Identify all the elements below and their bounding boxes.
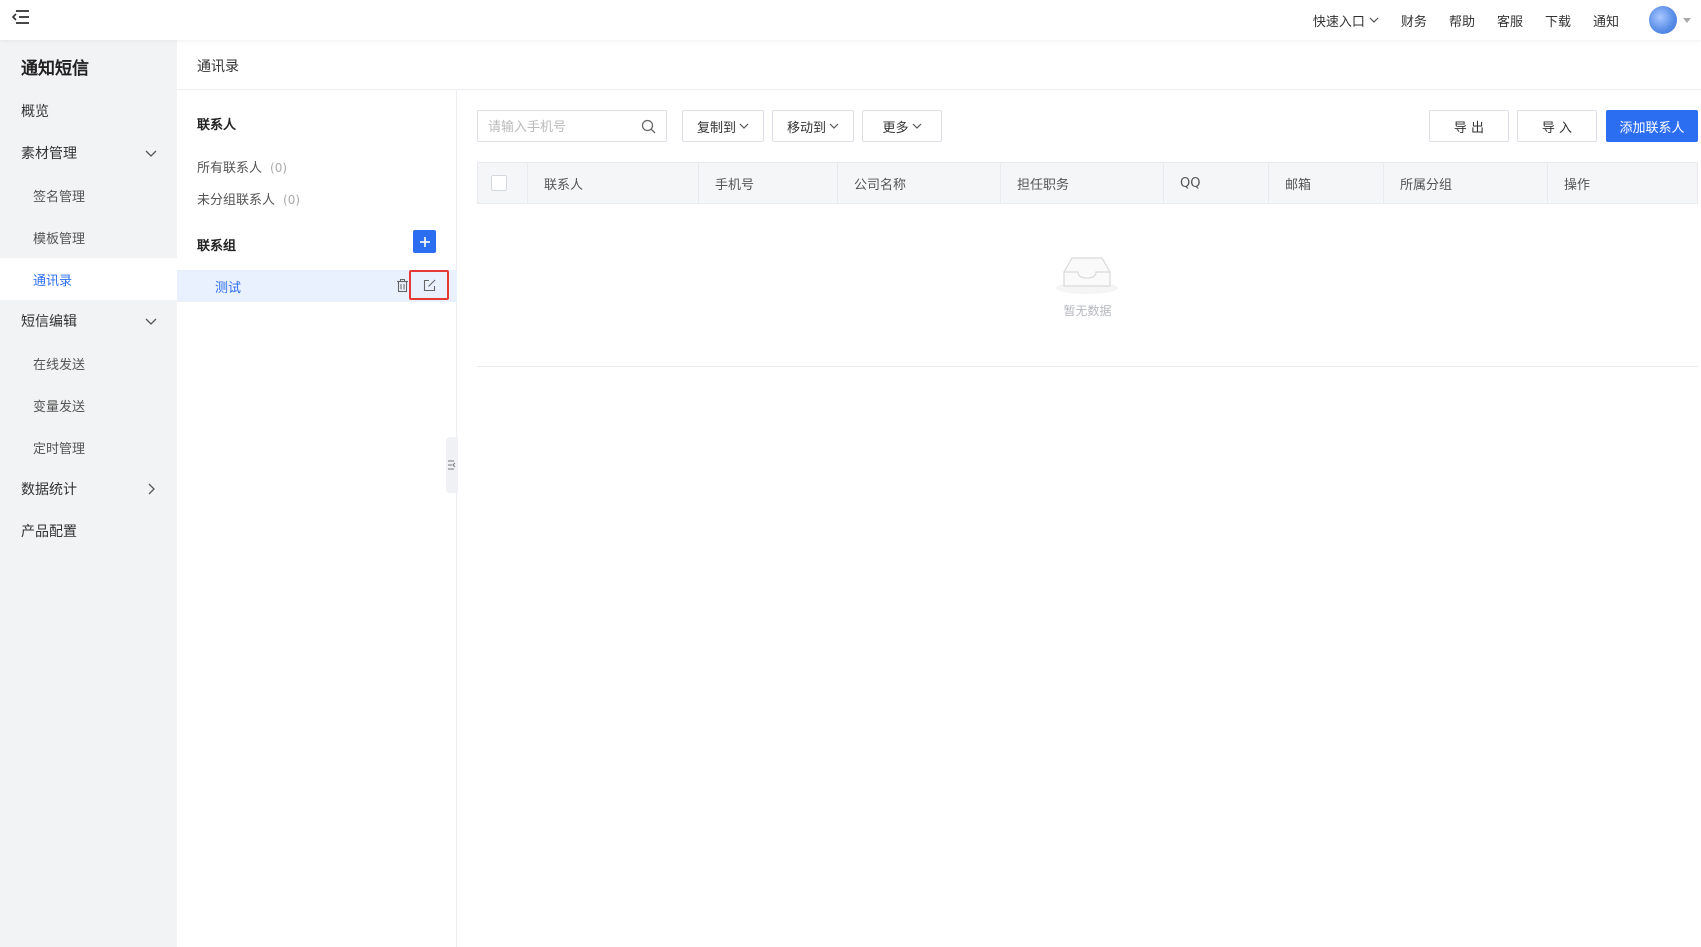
nav-notify[interactable]: 通知 — [1593, 11, 1619, 30]
quick-entry-label: 快速入口 — [1312, 14, 1365, 30]
move-to-label: 移动到 — [786, 120, 826, 136]
sidebar-item-template[interactable]: 模板管理 — [0, 216, 177, 258]
sidebar-item-variable-send[interactable]: 变量发送 — [0, 384, 177, 426]
sidebar-item-label: 变量发送 — [33, 399, 86, 415]
sidebar-item-online-send[interactable]: 在线发送 — [0, 342, 177, 384]
chevron-right-icon — [148, 483, 155, 495]
top-nav: 快速入口 财务 帮助 客服 下载 通知 — [1313, 0, 1701, 40]
ungrouped-contacts-count: (0) — [283, 193, 301, 207]
plus-icon — [419, 236, 430, 247]
export-button[interactable]: 导 出 — [1429, 110, 1509, 142]
empty-text: 暂无数据 — [1063, 304, 1112, 318]
nav-service[interactable]: 客服 — [1497, 11, 1523, 30]
contacts-panel: 联系人 所有联系人 (0) 未分组联系人 (0) 联系组 测试 — [177, 90, 458, 947]
phone-search-input[interactable] — [488, 117, 638, 137]
phone-search — [477, 110, 667, 142]
sidebar-item-sms-edit[interactable]: 短信编辑 — [0, 300, 177, 342]
nav-finance[interactable]: 财务 — [1401, 11, 1427, 30]
chevron-down-icon — [739, 123, 749, 129]
column-header: 邮箱 — [1269, 163, 1384, 203]
all-contacts-link[interactable]: 所有联系人 (0) — [197, 157, 287, 176]
column-header: 所属分组 — [1384, 163, 1548, 203]
group-item-label: 测试 — [215, 280, 242, 296]
edit-icon — [423, 279, 435, 291]
chevron-down-icon — [145, 150, 157, 157]
add-group-button[interactable] — [413, 230, 436, 253]
import-button[interactable]: 导 入 — [1517, 110, 1597, 142]
sidebar-item-label: 通讯录 — [33, 273, 73, 289]
panel-collapse-handle[interactable] — [446, 437, 458, 493]
ungrouped-contacts-label: 未分组联系人 — [197, 193, 276, 208]
column-header: 操作 — [1564, 177, 1591, 193]
sidebar-item-label: 数据统计 — [21, 482, 77, 498]
column-header: 手机号 — [699, 163, 838, 203]
trash-icon[interactable] — [395, 278, 410, 293]
user-menu[interactable] — [1649, 6, 1691, 34]
copy-to-dropdown[interactable]: 复制到 — [682, 110, 764, 142]
table-header: 联系人 手机号 公司名称 担任职务 QQ 邮箱 所属分组 操作 — [477, 162, 1698, 204]
column-header: 公司名称 — [838, 163, 1001, 203]
sidebar-item-signature[interactable]: 签名管理 — [0, 174, 177, 216]
caret-down-icon — [1683, 17, 1691, 23]
page-header: 通讯录 — [177, 40, 1701, 90]
search-icon[interactable] — [641, 119, 656, 134]
collapse-icon — [448, 460, 456, 470]
sidebar-item-label: 定时管理 — [33, 441, 86, 457]
more-label: 更多 — [882, 120, 909, 136]
table-empty-state: 暂无数据 — [477, 204, 1698, 367]
chevron-down-icon — [145, 318, 157, 325]
menu-fold-icon[interactable] — [10, 6, 32, 28]
move-to-dropdown[interactable]: 移动到 — [772, 110, 854, 142]
empty-inbox-icon — [1056, 257, 1118, 294]
quick-entry-menu[interactable]: 快速入口 — [1313, 11, 1379, 30]
chevron-down-icon — [1369, 17, 1379, 23]
sidebar: 通知短信 概览 素材管理 签名管理 模板管理 通讯录 短信编辑 在线发送 变量发… — [0, 40, 177, 947]
column-header: QQ — [1164, 163, 1269, 203]
add-contact-button[interactable]: 添加联系人 — [1606, 110, 1698, 142]
sidebar-item-stats[interactable]: 数据统计 — [0, 468, 177, 510]
chevron-down-icon — [829, 123, 839, 129]
sidebar-item-label: 签名管理 — [33, 189, 86, 205]
sidebar-item-timer[interactable]: 定时管理 — [0, 426, 177, 468]
select-all-cell — [478, 163, 528, 203]
sidebar-item-label: 素材管理 — [21, 146, 77, 162]
sidebar-item-contacts[interactable]: 通讯录 — [0, 258, 177, 300]
column-header: 担任职务 — [1001, 163, 1164, 203]
sidebar-item-label: 在线发送 — [33, 357, 86, 373]
sidebar-item-label: 短信编辑 — [21, 314, 77, 330]
select-all-checkbox[interactable] — [491, 175, 507, 191]
ungrouped-contacts-link[interactable]: 未分组联系人 (0) — [197, 189, 300, 208]
contacts-header: 联系人 — [197, 118, 237, 133]
groups-header: 联系组 — [197, 239, 237, 254]
column-header: 联系人 — [528, 163, 699, 203]
avatar[interactable] — [1649, 6, 1677, 34]
all-contacts-label: 所有联系人 — [197, 161, 263, 176]
sidebar-item-material[interactable]: 素材管理 — [0, 132, 177, 174]
sidebar-item-label: 概览 — [21, 104, 49, 120]
sidebar-item-label: 模板管理 — [33, 231, 86, 247]
group-item[interactable]: 测试 — [177, 270, 457, 302]
sidebar-item-label: 产品配置 — [21, 524, 77, 540]
edit-group-button[interactable] — [409, 270, 449, 300]
nav-download[interactable]: 下载 — [1545, 11, 1571, 30]
sidebar-item-product-config[interactable]: 产品配置 — [0, 510, 177, 552]
copy-to-label: 复制到 — [696, 120, 736, 136]
sidebar-item-overview[interactable]: 概览 — [0, 90, 177, 132]
more-dropdown[interactable]: 更多 — [862, 110, 942, 142]
chevron-down-icon — [912, 123, 921, 129]
sidebar-title: 通知短信 — [21, 59, 89, 79]
all-contacts-count: (0) — [270, 161, 288, 175]
top-bar: 快速入口 财务 帮助 客服 下载 通知 — [0, 0, 1701, 40]
nav-help[interactable]: 帮助 — [1449, 11, 1475, 30]
page-title: 通讯录 — [197, 59, 239, 75]
